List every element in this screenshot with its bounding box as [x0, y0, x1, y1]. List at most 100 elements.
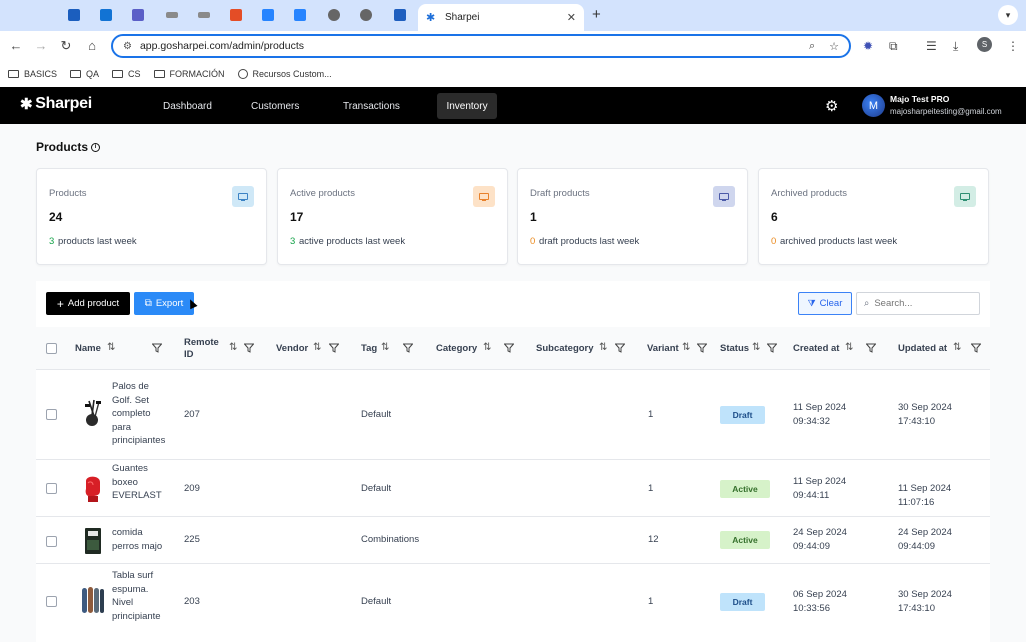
download-icon[interactable]: ⤓ [953, 39, 958, 54]
golf-clubs-image [85, 399, 101, 426]
table-row[interactable]: Guantes boxeo EVERLAST 209 Default 1 Act… [36, 460, 990, 517]
sort-icon[interactable]: ⇅ [381, 342, 389, 353]
stat-card-active-products: Active products 17 3 active products las… [277, 168, 508, 265]
column-header-tag[interactable]: Tag [361, 327, 377, 370]
url-text[interactable]: app.gosharpei.com/admin/products [140, 40, 795, 52]
tab-favicon-globe[interactable] [356, 6, 376, 24]
sort-icon[interactable]: ⇅ [313, 342, 321, 353]
column-header-name[interactable]: Name [75, 327, 101, 370]
product-name[interactable]: comida perros majo [112, 526, 170, 553]
tab-favicon-doc[interactable] [194, 6, 214, 24]
filter-icon[interactable] [971, 343, 981, 353]
nav-inventory[interactable]: Inventory [437, 93, 497, 119]
filter-icon[interactable] [504, 343, 514, 353]
column-header-remote-id[interactable]: Remote ID [184, 327, 224, 370]
table-row[interactable]: Palos de Golf. Set completo para princip… [36, 370, 990, 460]
row-checkbox[interactable] [46, 536, 57, 547]
column-header-status[interactable]: Status [720, 327, 749, 370]
bookmark-cs[interactable]: CS [112, 69, 141, 79]
bookmark-qa[interactable]: QA [70, 69, 99, 79]
bookmark-star-icon[interactable]: ☆ [829, 40, 839, 53]
filter-icon[interactable] [767, 343, 777, 353]
site-info-icon[interactable]: ⚙ [123, 41, 132, 52]
forward-arrow-icon[interactable]: → [33, 38, 49, 53]
table-row[interactable]: Tabla surf espuma. Nivel principiante 20… [36, 564, 990, 642]
sort-icon[interactable]: ⇅ [599, 342, 607, 353]
extensions-puzzle-icon[interactable]: ⧉ [889, 39, 898, 54]
filter-icon[interactable] [329, 343, 339, 353]
close-tab-icon[interactable]: ✕ [567, 11, 576, 24]
user-avatar[interactable]: M [862, 94, 885, 117]
select-all-checkbox[interactable] [46, 343, 57, 354]
search-box[interactable]: ⌕ [856, 292, 980, 315]
reload-icon[interactable]: ↻ [58, 38, 74, 54]
filter-icon[interactable] [403, 343, 413, 353]
table-row[interactable]: comida perros majo 225 Combinations 12 A… [36, 517, 990, 564]
filter-icon[interactable] [615, 343, 625, 353]
tab-sharpei[interactable]: ✱ Sharpei ✕ [418, 4, 584, 31]
sort-icon[interactable]: ⇅ [483, 342, 491, 353]
column-header-vendor[interactable]: Vendor [276, 327, 308, 370]
filter-icon[interactable] [697, 343, 707, 353]
sort-icon[interactable]: ⇅ [752, 342, 760, 353]
settings-gear-icon[interactable]: ⚙ [825, 97, 838, 115]
status-badge: Draft [720, 593, 765, 611]
tab-favicon-doc[interactable] [162, 6, 182, 24]
stat-card-delta: 0 [771, 236, 777, 247]
bookmark-recursos[interactable]: Recursos Custom... [237, 69, 332, 79]
tab-favicon-app[interactable] [226, 6, 246, 24]
nav-customers[interactable]: Customers [240, 93, 310, 119]
clear-filters-button[interactable]: ⧩ Clear [798, 292, 852, 315]
sort-icon[interactable]: ⇅ [953, 342, 961, 353]
tab-search-chevron-icon[interactable]: ▾ [998, 5, 1018, 25]
menu-kebab-icon[interactable]: ⋮ [1007, 39, 1019, 53]
product-name[interactable]: Palos de Golf. Set completo para princip… [112, 380, 170, 448]
row-checkbox[interactable] [46, 483, 57, 494]
search-input[interactable] [874, 298, 970, 309]
column-header-created-at[interactable]: Created at [793, 327, 839, 370]
sort-icon[interactable]: ⇅ [845, 342, 853, 353]
product-name[interactable]: Tabla surf espuma. Nivel principiante [112, 569, 170, 623]
bookmark-formacion[interactable]: FORMACIÓN [153, 69, 225, 79]
media-control-icon[interactable]: ☰ [926, 39, 937, 53]
tab-favicon-app[interactable] [390, 6, 410, 24]
sharpei-logo[interactable]: ✱ Sharpei [20, 95, 92, 113]
tab-favicon-teams[interactable] [128, 6, 148, 24]
new-tab-button[interactable]: + [592, 6, 601, 23]
zoom-icon[interactable]: ⌕ [809, 40, 815, 53]
column-header-variant[interactable]: Variant [647, 327, 679, 370]
product-name[interactable]: Guantes boxeo EVERLAST [112, 462, 170, 503]
export-button[interactable]: ⧉ Export [134, 292, 194, 315]
stat-card-draft-products: Draft products 1 0 draft products last w… [517, 168, 748, 265]
extension-icon[interactable]: ✹ [863, 39, 873, 53]
address-bar[interactable]: ⚙ app.gosharpei.com/admin/products ⌕ ☆ [111, 34, 851, 58]
nav-dashboard[interactable]: Dashboard [152, 93, 223, 119]
folder-icon [8, 70, 19, 78]
profile-avatar[interactable]: S [977, 37, 992, 52]
bookmark-basics[interactable]: BASICS [8, 69, 57, 79]
row-checkbox[interactable] [46, 596, 57, 607]
sort-icon[interactable]: ⇅ [229, 342, 237, 353]
tab-favicon-outlook[interactable] [96, 6, 116, 24]
sort-icon[interactable]: ⇅ [682, 342, 690, 353]
column-header-category[interactable]: Category [436, 327, 477, 370]
external-link-icon: ⧉ [144, 298, 152, 309]
tab-favicon-globe[interactable] [324, 6, 344, 24]
filter-icon[interactable] [152, 343, 162, 353]
home-icon[interactable]: ⌂ [84, 38, 100, 53]
column-header-updated-at[interactable]: Updated at [898, 327, 947, 370]
nav-transactions[interactable]: Transactions [332, 93, 411, 119]
row-checkbox[interactable] [46, 409, 57, 420]
add-product-button[interactable]: + Add product [46, 292, 130, 315]
tab-favicon-jira[interactable] [290, 6, 310, 24]
tab-favicon-jira[interactable] [258, 6, 278, 24]
filter-icon[interactable] [244, 343, 254, 353]
column-header-subcategory[interactable]: Subcategory [536, 327, 594, 370]
dog-food-image [85, 528, 101, 554]
tab-favicon-word[interactable] [64, 6, 84, 24]
sort-icon[interactable]: ⇅ [107, 342, 115, 353]
status-badge: Active [720, 480, 770, 498]
filter-icon[interactable] [866, 343, 876, 353]
back-arrow-icon[interactable]: ← [8, 38, 24, 53]
info-icon[interactable]: i [91, 142, 101, 152]
